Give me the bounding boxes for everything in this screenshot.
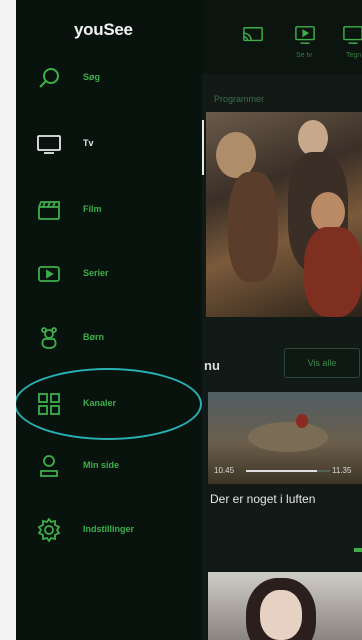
top-bar: Se tv Tegn [200, 0, 362, 74]
start-time: 10.45 [214, 466, 235, 475]
sidebar-item-label: Indstillinger [83, 524, 135, 534]
device-bezel [0, 0, 16, 640]
sidebar: youSee Søg Tv Film Serier Børn Kanaler M… [16, 0, 202, 640]
sidebar-item-my-page[interactable]: Min side [16, 446, 202, 486]
card-marker [354, 548, 362, 552]
sidebar-item-kids[interactable]: Børn [16, 318, 202, 358]
sidebar-item-label: Børn [83, 332, 104, 342]
sidebar-item-series[interactable]: Serier [16, 254, 202, 294]
sidebar-item-film[interactable]: Film [16, 190, 202, 230]
sidebar-item-channels[interactable]: Kanaler [16, 384, 202, 424]
sidebar-item-label: Serier [83, 268, 109, 278]
hero-image[interactable] [206, 112, 362, 317]
teddy-bear-icon [36, 326, 62, 350]
tv-partial-icon[interactable] [340, 24, 362, 46]
tv-icon [36, 132, 62, 156]
topbar-item-label: Se tv [296, 52, 312, 59]
grid-icon [36, 392, 62, 416]
sidebar-item-label: Min side [83, 460, 120, 470]
cast-icon[interactable] [240, 24, 266, 46]
tv-play-icon[interactable] [292, 24, 318, 46]
end-time: 11.35 [332, 466, 352, 475]
sidebar-item-tv[interactable]: Tv [16, 124, 202, 164]
clapperboard-icon [36, 198, 62, 222]
main-content: Se tv Tegn Programmer [200, 0, 362, 640]
sidebar-item-settings[interactable]: Indstillinger [16, 510, 202, 550]
sidebar-item-search[interactable]: Søg [16, 58, 202, 98]
series-icon [36, 262, 62, 286]
next-card-image[interactable] [208, 572, 362, 640]
sidebar-item-label: Kanaler [83, 398, 117, 408]
sidebar-item-label: Søg [83, 72, 100, 82]
gear-icon [36, 518, 62, 542]
app-logo: youSee [74, 20, 133, 39]
progress-fill [246, 470, 318, 472]
sidebar-item-label: Tv [83, 138, 94, 148]
user-icon [36, 454, 62, 478]
sidebar-item-label: Film [83, 204, 102, 214]
section-title: Programmer [214, 94, 265, 104]
now-section-title: nu [204, 358, 220, 373]
topbar-item-label: Tegn [346, 52, 362, 59]
device-screen: Se tv Tegn Programmer nu Vis alle 10.45 [0, 0, 362, 640]
program-title[interactable]: Der er noget i luften [210, 492, 315, 506]
see-all-button[interactable]: Vis alle [284, 348, 360, 378]
search-icon [36, 66, 62, 90]
